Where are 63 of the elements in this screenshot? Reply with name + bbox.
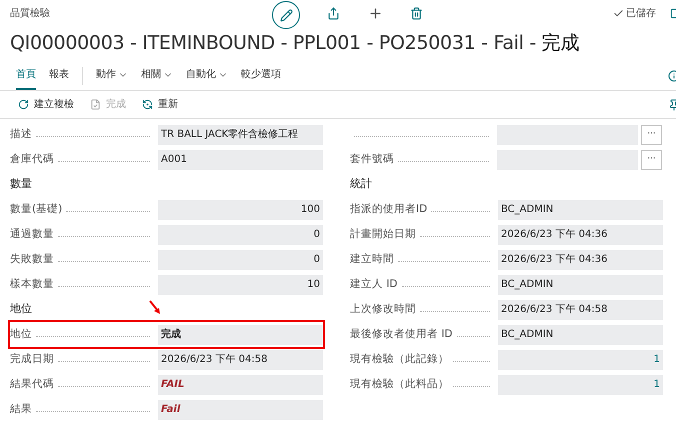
input-field[interactable]: 完成 [158,324,323,344]
input-field[interactable]: 2026/6/23 下午 04:58 [158,350,323,370]
field-label: 最後修改者使用者 ID [350,326,453,342]
refresh-icon [18,99,29,110]
section-heading: 統計 [350,176,372,192]
menu-tab[interactable]: 動作 [96,61,128,90]
field-label: 地位 [10,326,32,342]
section-heading: 數量 [10,176,32,192]
action-button[interactable]: 建立複檢 [18,97,74,112]
input-field[interactable]: 10 [158,274,323,294]
menu-tab[interactable]: 相關 [141,61,173,90]
input-field[interactable]: BC_ADMIN [498,324,663,344]
field-label: 計畫開始日期 [350,226,416,242]
field-label: 建立時間 [350,252,394,267]
field-label: 套件號碼 [350,152,394,167]
document-icon [90,99,101,110]
field-label: 建立人 ID [350,276,398,292]
edit-button[interactable] [272,1,300,29]
input-field[interactable]: 1 [498,350,663,370]
input-field[interactable]: Fail [158,400,323,420]
edit-icon [280,8,292,22]
field-label: 通過數量 [10,226,54,242]
action-button[interactable]: 重新 [142,97,178,112]
input-field[interactable]: 100 [158,200,323,220]
field-label: 指派的使用者ID [350,202,428,217]
field-label: 數量(基礎) [10,202,62,217]
field-label: 失敗數量 [10,252,54,267]
section-heading: 地位 [10,301,32,318]
breadcrumb: 品質檢驗 [10,6,51,20]
page-title: QI00000003 - ITEMINBOUND - PPL001 - PO250031 - Fail - 完成 [10,30,580,56]
field-label: 上次修改時間 [350,302,416,317]
field-label: 完成日期 [10,352,54,367]
input-field[interactable]: 0 [158,250,323,270]
field-label: 樣本數量 [10,276,54,292]
input-field[interactable]: BC_ADMIN [498,274,663,294]
refresh-icon [142,99,153,110]
field-label: 現有檢驗（此料品） [350,376,449,392]
check-icon [613,8,624,18]
lookup-button[interactable]: ··· [641,150,662,170]
input-field[interactable]: 2026/6/23 下午 04:36 [498,250,663,270]
saved-status: 已儲存 [626,6,656,20]
input-field[interactable]: A001 [158,150,323,170]
field-label: 描述 [10,126,32,142]
field-label: 倉庫代碼 [10,152,54,167]
menu-tab[interactable]: 較少選項 [241,61,281,90]
share-icon[interactable] [327,6,340,20]
menu-tab[interactable]: 自動化 [186,61,228,90]
input-field[interactable]: FAIL [158,374,323,394]
input-field[interactable]: 0 [158,224,323,244]
input-field[interactable]: 2026/6/23 下午 04:58 [498,300,663,320]
arrow-annotation [148,300,162,316]
field-label: 結果代碼 [10,376,54,392]
menu-tab[interactable]: 報表 [49,61,69,90]
delete-icon[interactable] [410,6,423,20]
input-field[interactable]: 2026/6/23 下午 04:36 [498,224,663,244]
input-field[interactable]: TR BALL JACK零件含檢修工程 [158,124,323,144]
input-field[interactable]: 1 [498,374,663,394]
menu-tab[interactable]: 首頁 [16,61,36,90]
add-icon[interactable] [368,6,383,20]
field-label: 現有檢驗（此記錄） [350,352,449,367]
input-field[interactable]: BC_ADMIN [498,200,663,220]
lookup-button[interactable]: ··· [641,124,662,144]
field-label: 結果 [10,402,32,417]
